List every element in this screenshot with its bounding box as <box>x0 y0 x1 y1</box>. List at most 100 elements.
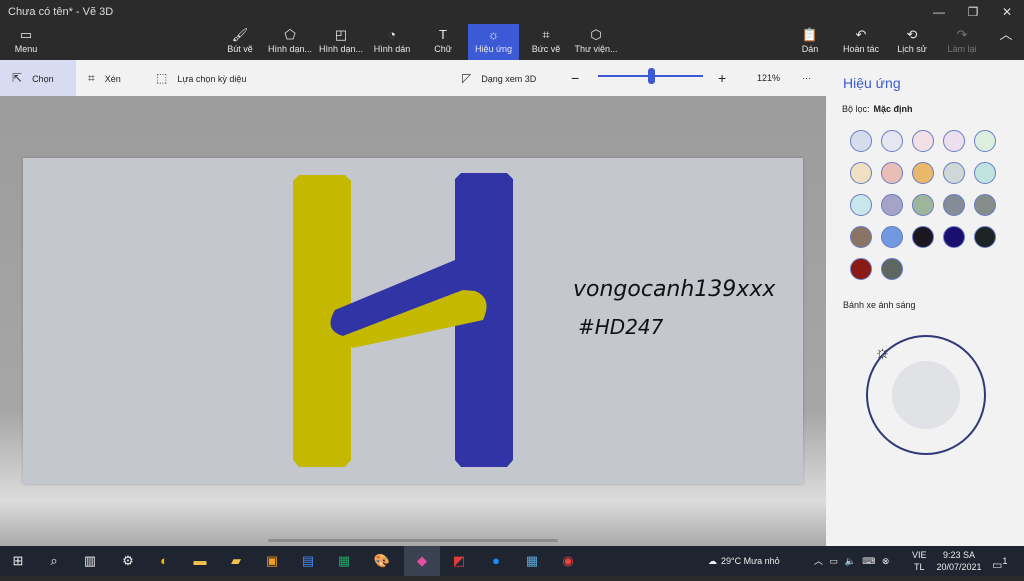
taskbar-zalo[interactable]: ● <box>478 546 514 576</box>
task-view-icon: ▥ <box>83 553 97 568</box>
crop-tool[interactable]: ⌗ Xén <box>88 60 121 96</box>
window-title: Chưa có tên* - Vẽ 3D <box>8 6 114 18</box>
magic-select-tool[interactable]: ⬚ Lựa chọn kỳ diệu <box>156 60 246 96</box>
filter-swatch[interactable] <box>974 130 996 152</box>
filter-swatch[interactable] <box>850 130 872 152</box>
weather-app-icon: ◐ <box>160 553 168 568</box>
title-bar: Chưa có tên* - Vẽ 3D — ❐ ✕ <box>0 0 1024 24</box>
zoom-slider-thumb[interactable] <box>648 68 655 84</box>
filter-swatch[interactable] <box>881 162 903 184</box>
sheets-icon: ▦ <box>337 553 351 568</box>
filter-swatch[interactable] <box>850 162 872 184</box>
note-icon: ▰ <box>231 553 241 568</box>
language-indicator[interactable]: VIE TL <box>912 549 927 579</box>
task-view-button[interactable]: ▥ <box>72 546 108 576</box>
keyboard-icon: ⌨ <box>862 556 876 566</box>
filter-swatch[interactable] <box>850 194 872 216</box>
taskbar-app-1[interactable]: ▰ <box>218 546 254 576</box>
clock[interactable]: 9:23 SA 20/07/2021 <box>936 549 982 579</box>
redo-icon: ↷ <box>956 27 968 42</box>
cloud-rain-icon: ☁ <box>708 556 717 566</box>
minimize-button[interactable]: — <box>922 0 956 24</box>
folder-icon: ▬ <box>193 553 207 568</box>
taskbar-docs[interactable]: ▤ <box>290 546 326 576</box>
light-wheel-label: Bánh xe ánh sáng <box>843 300 916 310</box>
tool-effects[interactable]: ☼ Hiệu ứng <box>468 24 519 60</box>
taskbar-weather-app[interactable]: ◐ <box>146 546 182 576</box>
taskbar-app-2[interactable]: ▣ <box>254 546 290 576</box>
search-button[interactable]: ⌕ <box>36 546 72 576</box>
collapse-ribbon-button[interactable]: ︿ <box>994 24 1018 60</box>
filter-row: Bộ lọc: Mặc định <box>842 104 913 114</box>
filter-swatch[interactable] <box>943 194 965 216</box>
palette-icon: 🎨 <box>373 553 391 568</box>
filter-swatch[interactable] <box>881 226 903 248</box>
filter-swatch[interactable] <box>943 226 965 248</box>
filter-swatch[interactable] <box>850 258 872 280</box>
zoom-in-button[interactable]: + <box>718 60 726 96</box>
filter-swatch[interactable] <box>881 130 903 152</box>
start-button[interactable]: ⊞ <box>0 546 36 576</box>
undo-button[interactable]: ↶ Hoàn tác <box>840 24 882 60</box>
filter-swatch[interactable] <box>912 194 934 216</box>
filter-swatch[interactable] <box>943 130 965 152</box>
history-button[interactable]: ⟲ Lịch sử <box>894 24 930 60</box>
tool-3d-shapes[interactable]: ◰ Hình dạn... <box>317 24 365 60</box>
calculator-icon: ▦ <box>525 553 539 568</box>
taskbar-sheets[interactable]: ▦ <box>326 546 362 576</box>
maximize-button[interactable]: ❐ <box>956 0 990 24</box>
filter-swatch[interactable] <box>850 226 872 248</box>
taskbar-app-3[interactable]: ◩ <box>441 546 477 576</box>
tool-text[interactable]: T Chữ <box>428 24 458 60</box>
filter-swatch[interactable] <box>974 162 996 184</box>
filter-swatch[interactable] <box>943 162 965 184</box>
filter-swatch[interactable] <box>881 258 903 280</box>
filter-swatch[interactable] <box>912 130 934 152</box>
tray-icons[interactable]: ︿ ▭ 🔈 ⌨ ⊗ <box>814 546 889 576</box>
notification-button[interactable]: ▭1 <box>992 546 1008 576</box>
app-icon: ◩ <box>452 553 466 568</box>
docs-icon: ▤ <box>301 553 315 568</box>
paste-button[interactable]: 📋 Dán <box>796 24 824 60</box>
taskbar-paint3d[interactable]: ◆ <box>404 546 440 576</box>
close-button[interactable]: ✕ <box>990 0 1024 24</box>
canvas-icon: ⌗ <box>542 27 550 42</box>
tool-canvas[interactable]: ⌗ Bức vẽ <box>528 24 564 60</box>
history-icon: ⟲ <box>906 27 918 42</box>
filter-value: Mặc định <box>873 104 913 114</box>
filter-swatch[interactable] <box>912 162 934 184</box>
weather-widget[interactable]: ☁ 29°C Mưa nhỏ <box>708 546 780 576</box>
drawing-canvas[interactable]: vongocanh139xxx #HD247 <box>23 158 803 484</box>
filter-swatch[interactable] <box>974 194 996 216</box>
taskbar-chrome[interactable]: ◉ <box>550 546 586 576</box>
tool-stickers[interactable]: ◔ Hình dán <box>370 24 414 60</box>
text-icon: T <box>439 27 447 42</box>
library-icon: ⬡ <box>590 27 602 42</box>
handwritten-line-1: vongocanh139xxx <box>573 277 776 302</box>
filter-swatch[interactable] <box>881 194 903 216</box>
taskbar-calculator[interactable]: ▦ <box>514 546 550 576</box>
redo-button[interactable]: ↷ Làm lại <box>944 24 980 60</box>
sticker-icon: ◔ <box>388 27 396 42</box>
taskbar-settings[interactable]: ⚙ <box>110 546 146 576</box>
chevron-up-icon: ︿ <box>999 27 1013 42</box>
taskbar-paint[interactable]: 🎨 <box>364 546 400 576</box>
toolbar: ⇱ Chọn ⌗ Xén ⬚ Lựa chọn kỳ diệu ◸ Dạng xem 3… <box>0 60 826 96</box>
horizontal-scrollbar[interactable] <box>268 539 558 542</box>
select-tool[interactable]: ⇱ Chọn <box>0 60 76 96</box>
tool-2d-shapes[interactable]: ⬠ Hình dạn... <box>266 24 314 60</box>
taskbar-explorer[interactable]: ▬ <box>182 546 218 576</box>
light-handle-sun-icon[interactable]: ☼ <box>874 342 891 363</box>
zoom-out-button[interactable]: − <box>571 60 579 96</box>
more-options-button[interactable]: ··· <box>802 60 811 96</box>
menu-button[interactable]: ▭ Menu <box>8 24 44 60</box>
zalo-icon: ● <box>492 553 500 568</box>
slides-icon: ▣ <box>265 553 279 568</box>
tool-brushes[interactable]: 🖌 Bút vẽ <box>222 24 258 60</box>
filter-swatch[interactable] <box>974 226 996 248</box>
filter-swatch[interactable] <box>912 226 934 248</box>
tool-3d-library[interactable]: ⬡ Thư viện... <box>572 24 620 60</box>
3d-view-toggle[interactable]: ◸ Dạng xem 3D <box>462 60 536 96</box>
folder-icon: ▭ <box>19 27 33 42</box>
taskbar: ⊞ ⌕ ▥ ⚙ ◐ ▬ ▰ ▣ ▤ ▦ 🎨 ◆ ◩ ● ▦ ◉ ☁ 29°C Mư… <box>0 546 1024 576</box>
